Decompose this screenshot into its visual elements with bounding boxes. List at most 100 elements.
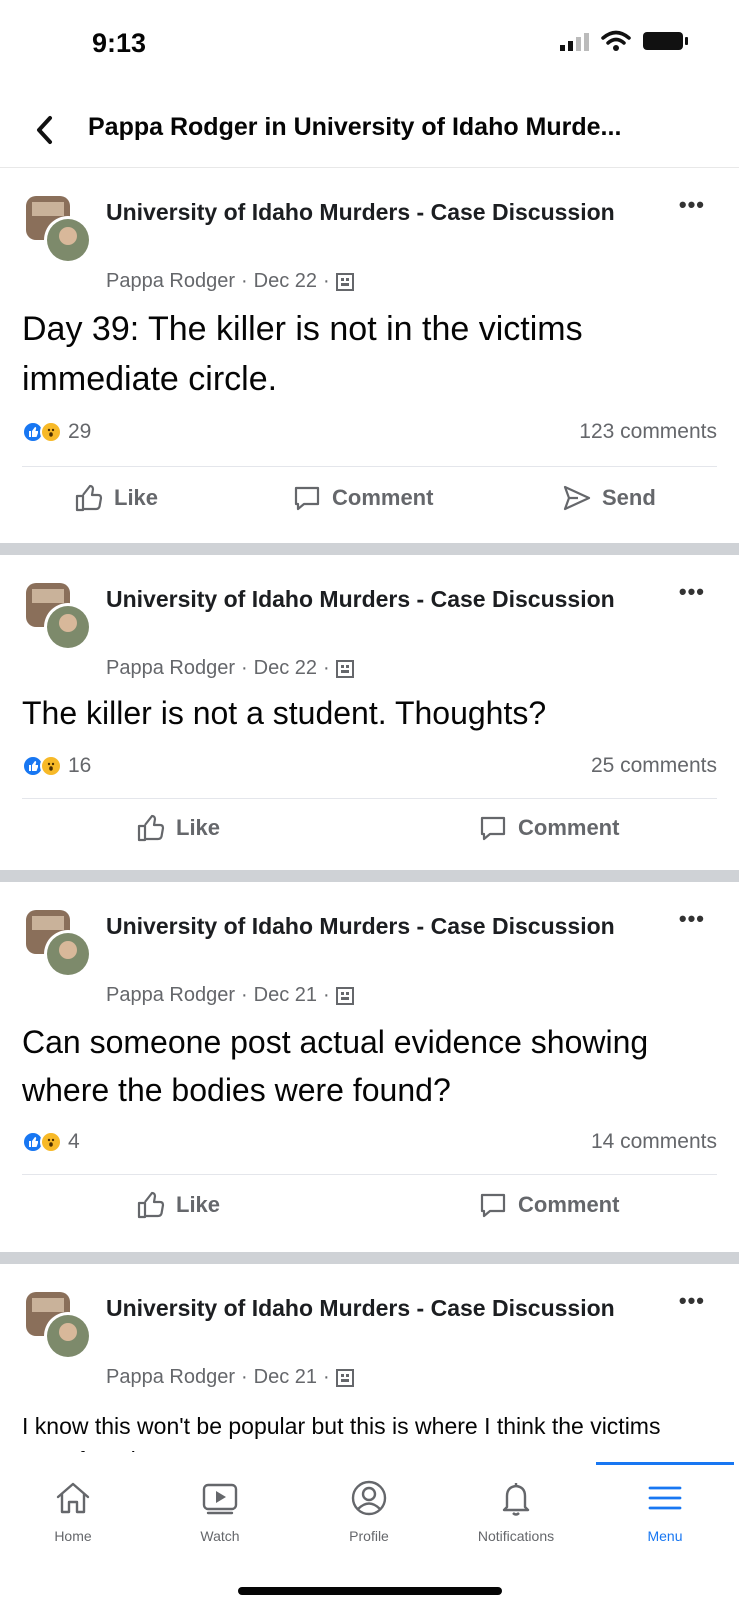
comment-icon (294, 486, 320, 511)
post-card: University of Idaho Murders - Case Discu… (0, 882, 739, 1252)
tab-menu[interactable]: Menu (605, 1478, 725, 1544)
battery-icon (643, 32, 688, 50)
page-title: Pappa Rodger in University of Idaho Murd… (88, 113, 622, 141)
back-chevron-icon[interactable] (30, 112, 60, 148)
author-name[interactable]: Pappa Rodger (106, 270, 235, 293)
wow-reaction-icon (40, 421, 62, 443)
tab-home[interactable]: Home (13, 1478, 133, 1544)
comment-label: Comment (518, 1192, 620, 1217)
like-button[interactable]: Like (136, 1190, 220, 1220)
like-button[interactable]: Like (74, 483, 158, 513)
author-name[interactable]: Pappa Rodger (106, 984, 235, 1007)
tab-label: Menu (647, 1528, 683, 1544)
more-options-icon[interactable]: ••• (679, 579, 705, 605)
comment-button[interactable]: Comment (478, 1190, 619, 1220)
thumbs-up-icon (137, 814, 165, 842)
send-icon (563, 485, 591, 511)
post-text: I know this won't be popular but this is… (22, 1413, 661, 1452)
meta-separator: · (240, 270, 248, 292)
post-card: University of Idaho Murders - Case Discu… (0, 555, 739, 870)
reaction-count: 4 (68, 1130, 80, 1153)
post-date[interactable]: Dec 21 (254, 1366, 317, 1389)
meta-separator: · (323, 1366, 330, 1388)
group-name[interactable]: University of Idaho Murders - Case Discu… (106, 195, 626, 229)
thumbs-up-icon (137, 1191, 165, 1219)
home-icon (56, 1482, 90, 1514)
status-bar: 9:13 (0, 0, 739, 96)
tab-label: Watch (200, 1528, 240, 1544)
post-text: Can someone post actual evidence showing… (22, 1024, 649, 1108)
tab-label: Notifications (477, 1528, 555, 1544)
tab-notifications[interactable]: Notifications (456, 1478, 576, 1544)
group-name[interactable]: University of Idaho Murders - Case Discu… (106, 909, 626, 943)
like-button[interactable]: Like (136, 813, 220, 843)
comment-label: Comment (518, 815, 620, 840)
signal-icon (560, 31, 589, 51)
author-name[interactable]: Pappa Rodger (106, 1366, 235, 1389)
post-separator (0, 870, 739, 882)
author-name[interactable]: Pappa Rodger (106, 657, 235, 680)
profile-icon (351, 1480, 387, 1516)
more-options-icon[interactable]: ••• (679, 906, 705, 932)
comment-icon (480, 816, 506, 841)
comment-label: Comment (332, 485, 434, 510)
like-label: Like (114, 485, 159, 510)
post-meta: Pappa Rodger · Dec 21 · (106, 984, 354, 1007)
more-options-icon[interactable]: ••• (679, 192, 705, 218)
comment-button[interactable]: Comment (292, 483, 433, 513)
comment-button[interactable]: Comment (478, 813, 619, 843)
send-label: Send (602, 485, 656, 510)
send-button[interactable]: Send (562, 483, 656, 513)
post-meta: Pappa Rodger · Dec 21 · (106, 1366, 354, 1389)
post-date[interactable]: Dec 22 (254, 270, 317, 293)
group-avatar-icon[interactable] (22, 1288, 98, 1364)
meta-separator: · (323, 270, 330, 292)
reaction-summary[interactable]: 4 (22, 1130, 80, 1154)
group-privacy-icon (335, 1368, 354, 1387)
divider (22, 798, 717, 799)
post-date[interactable]: Dec 22 (254, 657, 317, 680)
active-tab-indicator (596, 1462, 734, 1465)
group-avatar-icon[interactable] (22, 579, 98, 655)
watch-icon (202, 1483, 238, 1515)
post-text: The killer is not a student. Thoughts? (22, 695, 547, 731)
tab-profile[interactable]: Profile (309, 1478, 429, 1544)
status-time: 9:13 (92, 28, 147, 58)
group-privacy-icon (335, 986, 354, 1005)
post-text: Day 39: The killer is not in the victims… (22, 310, 583, 398)
like-label: Like (176, 1192, 221, 1217)
comments-count[interactable]: 123 comments (579, 420, 717, 444)
comments-count[interactable]: 14 comments (591, 1130, 717, 1154)
post-separator (0, 543, 739, 555)
group-avatar-icon[interactable] (22, 192, 98, 268)
reaction-count: 16 (68, 754, 92, 777)
reaction-summary[interactable]: 29 (22, 420, 91, 444)
tab-watch[interactable]: Watch (160, 1478, 280, 1544)
wow-reaction-icon (40, 1131, 62, 1153)
group-name[interactable]: University of Idaho Murders - Case Discu… (106, 582, 626, 616)
like-label: Like (176, 815, 221, 840)
group-privacy-icon (335, 659, 354, 678)
divider (22, 466, 717, 467)
post-separator (0, 1252, 739, 1264)
wow-reaction-icon (40, 755, 62, 777)
group-avatar-icon[interactable] (22, 906, 98, 982)
reaction-count: 29 (68, 420, 92, 443)
thumbs-up-icon (75, 484, 103, 512)
meta-separator: · (323, 984, 330, 1006)
meta-separator: · (240, 657, 248, 679)
home-indicator (238, 1587, 502, 1595)
post-date[interactable]: Dec 21 (254, 984, 317, 1007)
group-name[interactable]: University of Idaho Murders - Case Discu… (106, 1291, 626, 1325)
comment-icon (480, 1193, 506, 1218)
meta-separator: · (240, 1366, 248, 1388)
bottom-tab-bar: Home Watch Profile Notifications Menu (0, 1452, 739, 1600)
menu-icon (648, 1486, 682, 1510)
more-options-icon[interactable]: ••• (679, 1288, 705, 1314)
divider (22, 1174, 717, 1175)
reaction-summary[interactable]: 16 (22, 754, 91, 778)
meta-separator: · (240, 984, 248, 1006)
status-icons (560, 30, 688, 52)
tab-label: Profile (349, 1528, 389, 1544)
comments-count[interactable]: 25 comments (591, 754, 717, 778)
